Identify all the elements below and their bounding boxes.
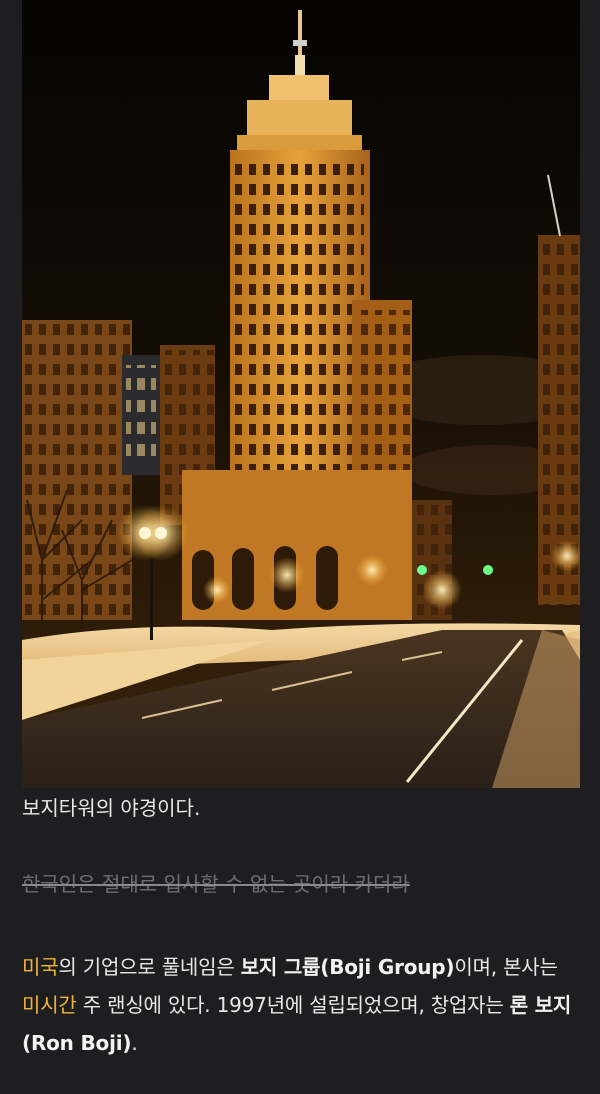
paragraph-text: 주 랜싱에 있다. 1997년에 설립되었으며, 창업자는 xyxy=(76,993,510,1017)
highlight-state: 미시간 xyxy=(22,993,77,1017)
company-name: 보지 그룹(Boji Group) xyxy=(240,955,455,979)
building-night-photo xyxy=(22,0,580,788)
description-paragraph: 미국의 기업으로 풀네임은 보지 그룹(Boji Group)이며, 본사는 미… xyxy=(22,948,582,1062)
article-body: 보지타워의 야경이다. 한국인은 절대로 입사할 수 없는 곳이라 카더라 미국… xyxy=(0,0,600,1094)
paragraph-text: 이며, 본사는 xyxy=(454,955,558,979)
paragraph-text: 의 기업으로 풀네임은 xyxy=(58,955,241,979)
struck-through-text: 한국인은 절대로 입사할 수 없는 곳이라 카더라 xyxy=(22,872,410,896)
photo-caption: 보지타워의 야경이다. xyxy=(22,796,201,820)
paragraph-text: . xyxy=(131,1031,138,1055)
highlight-country: 미국 xyxy=(22,955,59,979)
